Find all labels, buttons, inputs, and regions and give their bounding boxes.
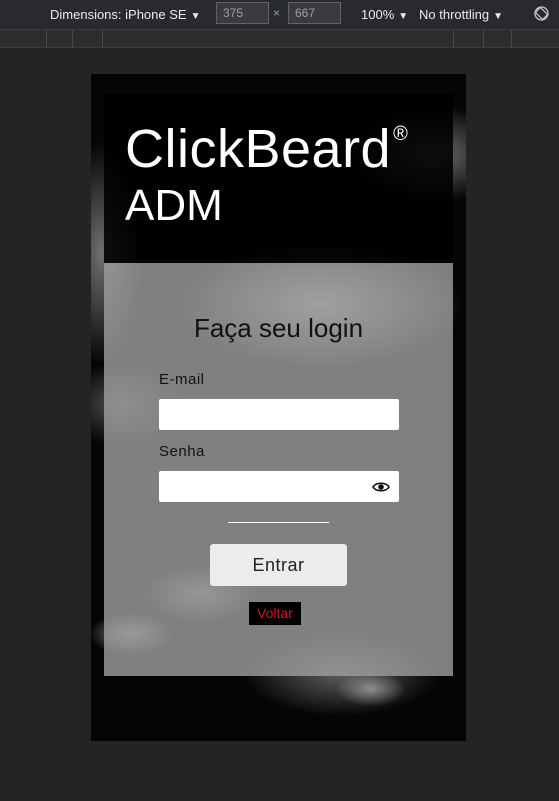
chevron-down-icon: ▼ [493,11,503,22]
login-button[interactable]: Entrar [210,544,347,586]
email-field[interactable] [159,399,399,430]
throttling-label: No throttling [419,7,490,22]
brand-header: ClickBeard ® ADM [104,94,453,263]
devtools-device-toolbar: Dimensions: iPhone SE▼ × 100%▼ No thrott… [0,0,559,30]
password-label: Senha [159,443,205,460]
eye-icon[interactable] [372,479,390,495]
zoom-dropdown[interactable]: 100% ▼ [361,7,408,22]
password-field[interactable] [159,471,399,502]
ruler-tick [511,30,512,47]
email-label: E-mail [159,371,205,388]
device-dimensions-label: Dimensions: iPhone SE [50,7,187,22]
device-dimensions-dropdown[interactable]: Dimensions: iPhone SE ▼ [50,7,200,22]
ruler-tick [483,30,484,47]
ruler-tick [453,30,454,47]
device-viewport: ClickBeard ® ADM Faça seu login E-mail Se… [91,74,466,741]
brand-subtitle: ADM [125,181,223,230]
viewport-height-input[interactable] [288,2,341,24]
registered-mark: ® [393,123,409,145]
chevron-down-icon: ▼ [398,11,409,22]
media-query-ruler[interactable] [0,30,559,48]
zoom-label: 100% [361,7,395,22]
brand-logo: ClickBeard ® [125,122,408,176]
viewport-width-input[interactable] [216,2,269,24]
login-title: Faça seu login [193,313,364,343]
times-icon: × [273,6,281,20]
throttling-dropdown[interactable]: No throttling ▼ [419,7,503,22]
chevron-down-icon: ▼ [190,11,201,22]
brand-name: ClickBeard [125,119,392,179]
ruler-tick [102,30,103,47]
rotate-icon[interactable] [534,6,549,21]
form-divider [228,522,329,523]
back-link[interactable]: Voltar [249,602,301,625]
login-form: Faça seu login E-mail Senha Entrar Volta… [104,263,453,676]
ruler-tick [46,30,47,47]
ruler-tick [72,30,73,47]
